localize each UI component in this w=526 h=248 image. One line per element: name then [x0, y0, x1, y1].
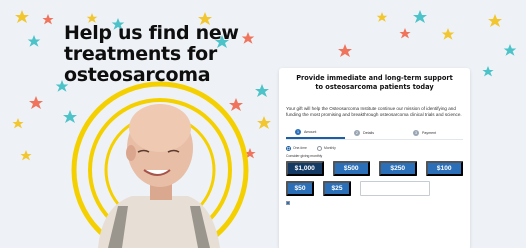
donation-card-description: Your gift will help the Osteosarcoma Ins…: [286, 106, 462, 118]
step-label: Payment: [422, 130, 437, 135]
consider-monthly-label: Consider giving monthly: [286, 153, 323, 158]
radio-label: One-time: [293, 146, 307, 151]
checkbox-icon[interactable]: [286, 200, 290, 205]
radio-label: Monthly: [323, 146, 336, 151]
donation-card: Provide immediate and long-term support …: [279, 68, 470, 248]
frequency-one-time-radio[interactable]: One-time: [286, 145, 307, 151]
other-amount-input[interactable]: [360, 180, 430, 196]
step-amount[interactable]: 1 Amount: [286, 127, 345, 139]
step-payment[interactable]: 3 Payment: [404, 127, 463, 139]
frequency-monthly-radio[interactable]: Monthly: [316, 145, 336, 151]
title-line: Provide immediate and long-term support: [296, 74, 453, 82]
step-label: Details: [363, 130, 374, 135]
radio-selected-icon: [286, 145, 291, 151]
step-number: 1: [295, 128, 301, 135]
step-label: Amount: [304, 129, 317, 134]
frequency-selector: One-time Monthly: [286, 145, 463, 151]
amount-options-row2: $50 $25: [286, 180, 463, 196]
donation-steps: 1 Amount 2 Details 3 Payment: [286, 127, 463, 140]
step-number: 3: [413, 129, 419, 136]
amount-button-100[interactable]: $100: [425, 160, 463, 176]
hero-headline: Help us find new treatments for osteosar…: [64, 23, 274, 86]
step-details[interactable]: 2 Details: [345, 127, 404, 139]
step-number: 2: [354, 129, 360, 136]
amount-options: $1,000 $500 $250 $100: [286, 160, 463, 176]
radio-unselected-icon: [316, 145, 322, 151]
amount-button-1000[interactable]: $1,000: [286, 160, 324, 176]
headline-line: Help us find new: [64, 22, 239, 44]
amount-button-25[interactable]: $25: [323, 180, 351, 196]
amount-button-250[interactable]: $250: [379, 160, 417, 176]
amount-button-50[interactable]: $50: [286, 180, 314, 196]
headline-line: treatments for: [64, 43, 217, 65]
donation-card-title: Provide immediate and long-term support …: [286, 74, 463, 92]
amount-button-500[interactable]: $500: [332, 160, 370, 176]
cover-fees-option[interactable]: [286, 200, 463, 205]
title-line: to osteosarcoma patients today: [315, 83, 434, 91]
headline-line: osteosarcoma: [64, 64, 211, 86]
